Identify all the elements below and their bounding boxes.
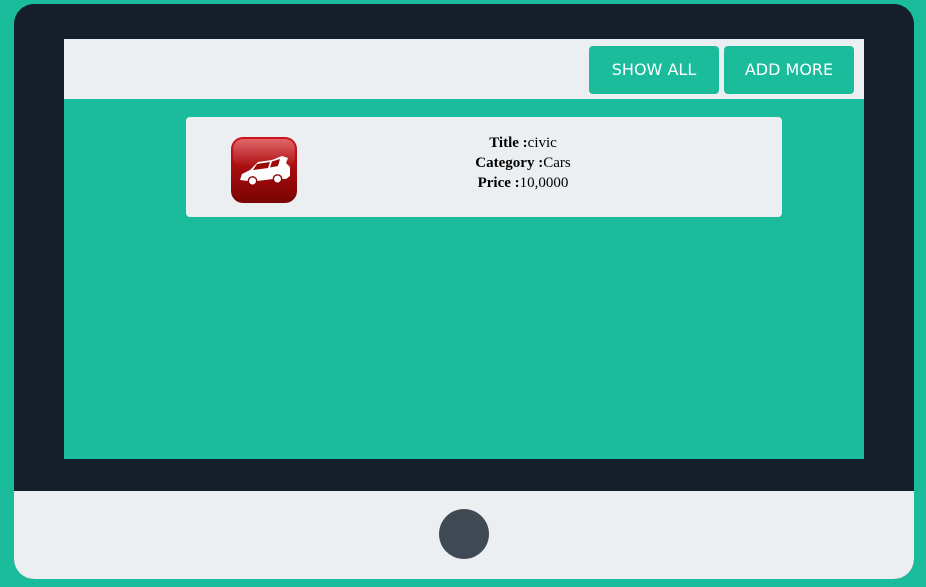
add-more-button[interactable]: ADD MORE <box>724 46 854 94</box>
category-value: Cars <box>543 155 571 171</box>
device-chin <box>14 491 914 579</box>
home-button[interactable] <box>439 509 489 559</box>
category-line: Category :Cars <box>406 153 640 173</box>
screen: SHOW ALL ADD MORE Title:civic Category … <box>64 39 864 459</box>
show-all-button[interactable]: SHOW ALL <box>589 46 719 94</box>
listing-card[interactable]: Title :civic Category :Cars Price :10,00… <box>186 117 782 217</box>
price-value: 10,0000 <box>519 175 569 191</box>
price-line: Price :10,0000 <box>406 173 640 193</box>
title-label: Title : <box>489 135 528 151</box>
title-line: Title :civic <box>406 133 640 153</box>
top-navbar: SHOW ALL ADD MORE <box>64 39 864 99</box>
car-icon <box>231 137 297 203</box>
price-label: Price : <box>477 175 520 191</box>
title-value: civic <box>527 135 557 151</box>
listing-details: Title :civic Category :Cars Price :10,00… <box>406 133 640 193</box>
category-label: Category : <box>475 155 544 171</box>
device-frame: SHOW ALL ADD MORE Title:civic Category … <box>14 4 914 579</box>
